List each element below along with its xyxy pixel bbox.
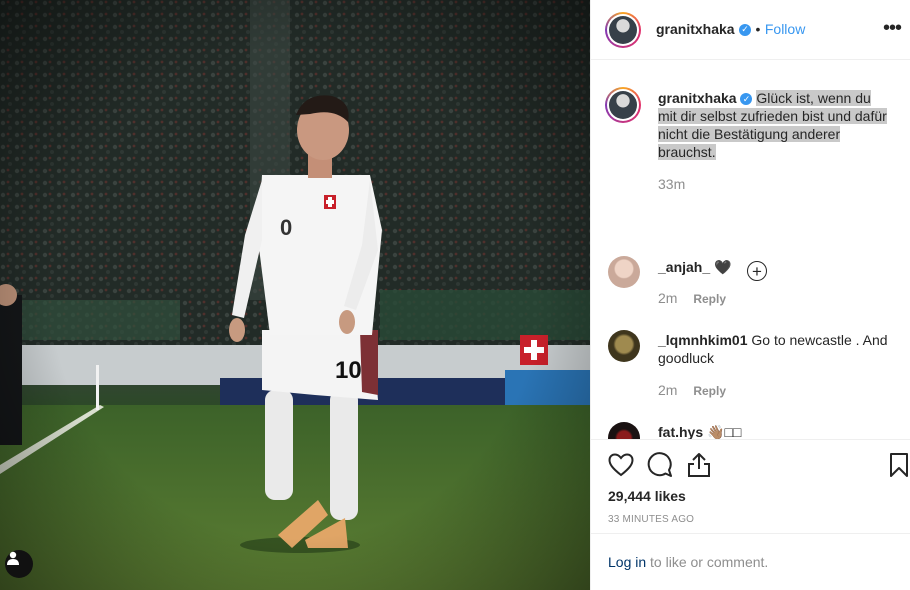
author-avatar[interactable] [605, 12, 641, 48]
comment-username[interactable]: _lqmnhkim01 [658, 332, 747, 348]
follow-button[interactable]: Follow [765, 21, 805, 37]
comment-time: 2m [658, 290, 678, 306]
comment-body: 🖤 [714, 259, 732, 275]
verified-badge-icon: ✓ [739, 23, 752, 36]
post-photo[interactable]: 10 0 [0, 0, 590, 590]
follow-separator: • [755, 21, 761, 37]
share-icon[interactable] [687, 452, 711, 478]
post-photo-illustration: 10 0 [0, 0, 590, 590]
reply-button[interactable]: Reply [693, 384, 726, 398]
heart-icon[interactable] [608, 453, 634, 477]
bookmark-icon[interactable] [889, 452, 909, 478]
post-actions: 29,444 likes 33 MINUTES AGO Log in to li… [591, 440, 910, 590]
caption-username[interactable]: granitxhaka [658, 90, 737, 106]
login-prompt-text: to like or comment. [650, 554, 769, 570]
post-header: granitxhaka ✓ • Follow ••• [591, 0, 910, 60]
post-side-panel: granitxhaka ✓ • Follow ••• granitxhaka ✓… [590, 0, 910, 590]
comment-icon[interactable] [647, 452, 673, 478]
post-timestamp: 33 MINUTES AGO [608, 514, 695, 525]
comment-username[interactable]: _anjah_ [658, 259, 710, 275]
comment-meta: 2m Reply [658, 382, 726, 398]
author-username[interactable]: granitxhaka [656, 21, 735, 37]
comment-body: 👋🏽□□ [707, 424, 742, 440]
reply-button[interactable]: Reply [693, 292, 726, 306]
comment-text: fat.hys 👋🏽□□ [658, 423, 898, 440]
comment-meta: 2m Reply [658, 290, 726, 306]
comment-avatar[interactable] [608, 330, 640, 362]
caption-avatar[interactable] [605, 87, 641, 123]
login-prompt: Log in to like or comment. [591, 533, 910, 590]
caption-time: 33m [658, 176, 686, 192]
comments-list[interactable]: granitxhaka ✓ Glück ist, wenn du mit dir… [591, 60, 910, 440]
user-tag-icon[interactable] [5, 550, 33, 578]
comment-avatar[interactable] [608, 256, 640, 288]
login-link[interactable]: Log in [608, 554, 646, 570]
verified-badge-icon: ✓ [740, 93, 753, 106]
like-count[interactable]: 29,444 likes [608, 488, 686, 504]
comment-text: _anjah_ 🖤 [658, 258, 898, 276]
comment-avatar[interactable] [608, 422, 640, 439]
comment-time: 2m [658, 382, 678, 398]
comment-username[interactable]: fat.hys [658, 424, 703, 439]
comment-text: _lqmnhkim01 Go to newcastle . And goodlu… [658, 331, 898, 367]
author-line: granitxhaka ✓ • Follow [656, 21, 805, 39]
caption: granitxhaka ✓ Glück ist, wenn du mit dir… [658, 89, 888, 161]
ellipsis-icon[interactable]: ••• [883, 17, 902, 40]
